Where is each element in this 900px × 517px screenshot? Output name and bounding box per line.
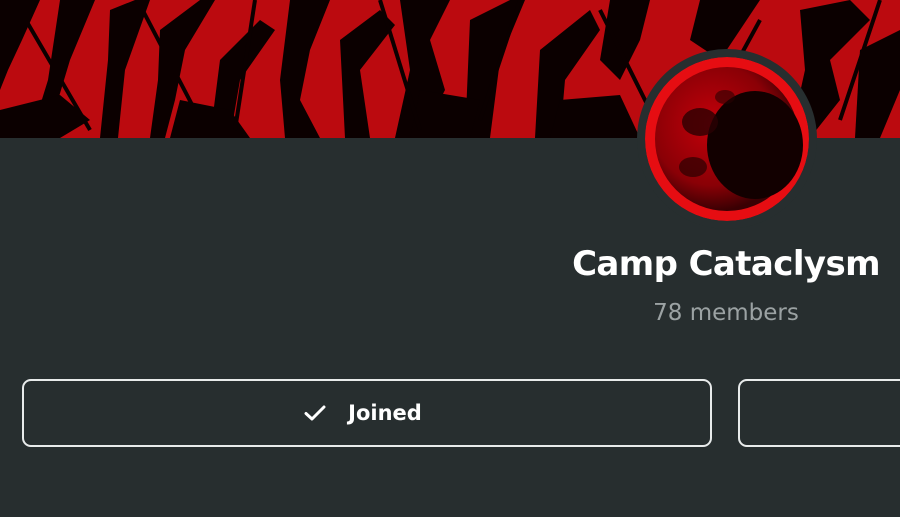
joined-button-label: Joined [348, 401, 422, 425]
group-profile-page: Camp Cataclysm 78 members Joined [0, 0, 900, 517]
joined-button[interactable]: Joined [22, 379, 712, 447]
member-count[interactable]: 78 members [560, 300, 892, 326]
check-icon [304, 404, 326, 422]
group-avatar[interactable] [645, 57, 809, 221]
secondary-action-button[interactable] [738, 379, 900, 447]
group-title: Camp Cataclysm [572, 244, 880, 284]
